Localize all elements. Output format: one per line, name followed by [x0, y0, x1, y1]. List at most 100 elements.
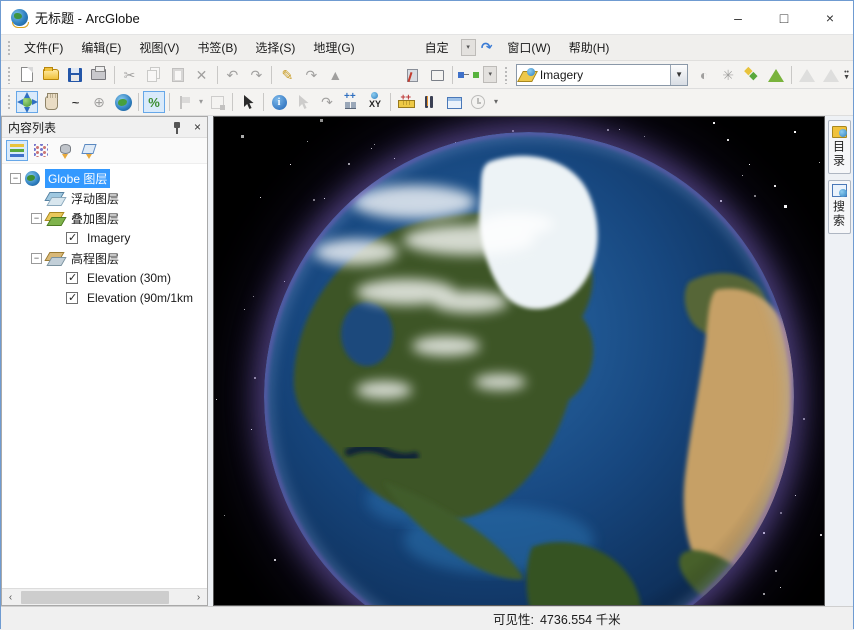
elevation-90m-checkbox[interactable]: [66, 292, 78, 304]
pan-tool-button[interactable]: [40, 91, 62, 113]
swap-layers-button[interactable]: [741, 64, 763, 86]
editor-button[interactable]: ✎: [276, 64, 298, 86]
toc-horizontal-scrollbar[interactable]: ‹ ›: [2, 588, 207, 605]
viewer-window-button[interactable]: [443, 91, 465, 113]
html-popup-button[interactable]: [419, 91, 441, 113]
toc-close-button[interactable]: ×: [192, 120, 203, 134]
menu-bookmarks[interactable]: 书签(B): [188, 36, 246, 59]
menu-selection[interactable]: 选择(S): [246, 36, 304, 59]
combo-dropdown-button[interactable]: ▼: [670, 65, 687, 85]
undo-button[interactable]: ↶: [221, 64, 243, 86]
zoom-target-button[interactable]: [174, 91, 196, 113]
navigation-mode-button[interactable]: %: [143, 91, 165, 113]
toolbar-overflow-button[interactable]: •• ▼: [843, 70, 850, 80]
tree-row-floating-layers[interactable]: 浮动图层: [2, 188, 207, 208]
tree-row-draped-layers[interactable]: − 叠加图层: [2, 208, 207, 228]
close-button[interactable]: ×: [807, 1, 853, 34]
standard-toolbar-grip[interactable]: [6, 65, 12, 84]
center-target-button[interactable]: ⊕: [88, 91, 110, 113]
undo-icon: ↶: [227, 68, 239, 82]
scrollbar-thumb[interactable]: [21, 591, 169, 604]
select-features-button[interactable]: [237, 91, 259, 113]
rotate-view-button[interactable]: ↷: [316, 91, 338, 113]
vertex-tool-button[interactable]: ▲: [324, 64, 346, 86]
search-tab[interactable]: 搜索: [828, 180, 851, 234]
menu-geoprocessing[interactable]: 地理(G): [304, 36, 363, 59]
fly-tool-button[interactable]: ~: [64, 91, 86, 113]
catalog-tab[interactable]: 目录: [828, 120, 851, 174]
scroll-left-icon[interactable]: ‹: [2, 592, 19, 603]
flag-icon: [179, 96, 191, 109]
layout-tool-button[interactable]: [402, 64, 424, 86]
base-heights-button[interactable]: [765, 64, 787, 86]
tools-overflow-icon[interactable]: ▾: [494, 98, 498, 106]
tree-label-elevation-90m[interactable]: Elevation (90m/1km: [84, 290, 196, 306]
go-to-xy-button[interactable]: XY: [364, 91, 386, 113]
list-by-drawing-order-button[interactable]: [6, 140, 28, 161]
menu-file[interactable]: 文件(F): [15, 36, 72, 59]
scroll-right-icon[interactable]: ›: [190, 592, 207, 603]
open-button[interactable]: [40, 64, 62, 86]
curved-arrow-icon: ↷: [479, 38, 494, 57]
menu-view[interactable]: 视图(V): [130, 36, 188, 59]
standard-toolbar-options[interactable]: ▾: [483, 66, 497, 83]
print-button[interactable]: [88, 64, 110, 86]
list-by-selection-button[interactable]: [78, 140, 100, 161]
flag-dropdown-icon[interactable]: ▾: [199, 98, 203, 106]
collapse-icon[interactable]: −: [10, 173, 21, 184]
full-extent-button[interactable]: [112, 91, 134, 113]
minimize-button[interactable]: –: [715, 1, 761, 34]
navigate-tool-button[interactable]: [16, 91, 38, 113]
contrast-button[interactable]: ◐: [693, 64, 715, 86]
find-button[interactable]: [340, 91, 362, 113]
delete-button[interactable]: ✕: [191, 64, 213, 86]
toolbar-options-button[interactable]: ▾: [461, 39, 476, 56]
measure-button[interactable]: [395, 91, 417, 113]
observer-frame-button[interactable]: [206, 91, 228, 113]
tree-label-floating-layers[interactable]: 浮动图层: [68, 189, 122, 208]
brightness-button[interactable]: ✳: [717, 64, 739, 86]
pin-icon[interactable]: [173, 121, 182, 134]
tree-row-elevation-90m[interactable]: Elevation (90m/1km: [2, 288, 207, 308]
menu-help[interactable]: 帮助(H): [560, 36, 619, 59]
layer-toolbar-grip[interactable]: [503, 65, 509, 84]
tree-row-elevation-layers[interactable]: − 高程图层: [2, 248, 207, 268]
tree-label-draped-layers[interactable]: 叠加图层: [68, 209, 122, 228]
tree-label-imagery[interactable]: Imagery: [84, 230, 133, 246]
redo-button[interactable]: ↷: [245, 64, 267, 86]
tree-label-globe-layers[interactable]: Globe 图层: [45, 169, 110, 188]
menu-edit[interactable]: 编辑(E): [72, 36, 130, 59]
modelbuilder-button[interactable]: [457, 64, 479, 86]
animation-clock-button[interactable]: [467, 91, 489, 113]
extent-rectangle-button[interactable]: [426, 64, 448, 86]
elevation-30m-checkbox[interactable]: [66, 272, 78, 284]
collapse-icon[interactable]: −: [31, 253, 42, 264]
paste-button[interactable]: [167, 64, 189, 86]
copy-button[interactable]: [143, 64, 165, 86]
maximize-button[interactable]: □: [761, 1, 807, 34]
tree-row-elevation-30m[interactable]: Elevation (30m): [2, 268, 207, 288]
tree-row-globe-layers[interactable]: − Globe 图层: [2, 168, 207, 188]
new-document-button[interactable]: [16, 64, 38, 86]
menu-window[interactable]: 窗口(W): [498, 36, 559, 59]
tree-label-elevation-30m[interactable]: Elevation (30m): [84, 270, 174, 286]
scrollbar-track[interactable]: [19, 589, 190, 605]
identify-button[interactable]: i: [268, 91, 290, 113]
sketch-redo-button[interactable]: ↷: [300, 64, 322, 86]
globe-viewport[interactable]: [213, 116, 825, 606]
extrude-button[interactable]: [796, 64, 818, 86]
tools-toolbar-grip[interactable]: [6, 93, 12, 111]
list-by-type-button[interactable]: [54, 140, 76, 161]
cut-button[interactable]: ✂: [119, 64, 141, 86]
target-layer-combo[interactable]: Imagery ▼: [516, 64, 688, 86]
select-graphics-button[interactable]: [292, 91, 314, 113]
tree-label-elevation-layers[interactable]: 高程图层: [68, 249, 122, 268]
collapse-icon[interactable]: −: [31, 213, 42, 224]
imagery-checkbox[interactable]: [66, 232, 78, 244]
menu-grip[interactable]: [6, 39, 12, 57]
extrude-alt-button[interactable]: [820, 64, 842, 86]
list-by-source-button[interactable]: [30, 140, 52, 161]
menu-customize[interactable]: 自定: [416, 36, 458, 59]
save-button[interactable]: [64, 64, 86, 86]
tree-row-imagery[interactable]: Imagery: [2, 228, 207, 248]
